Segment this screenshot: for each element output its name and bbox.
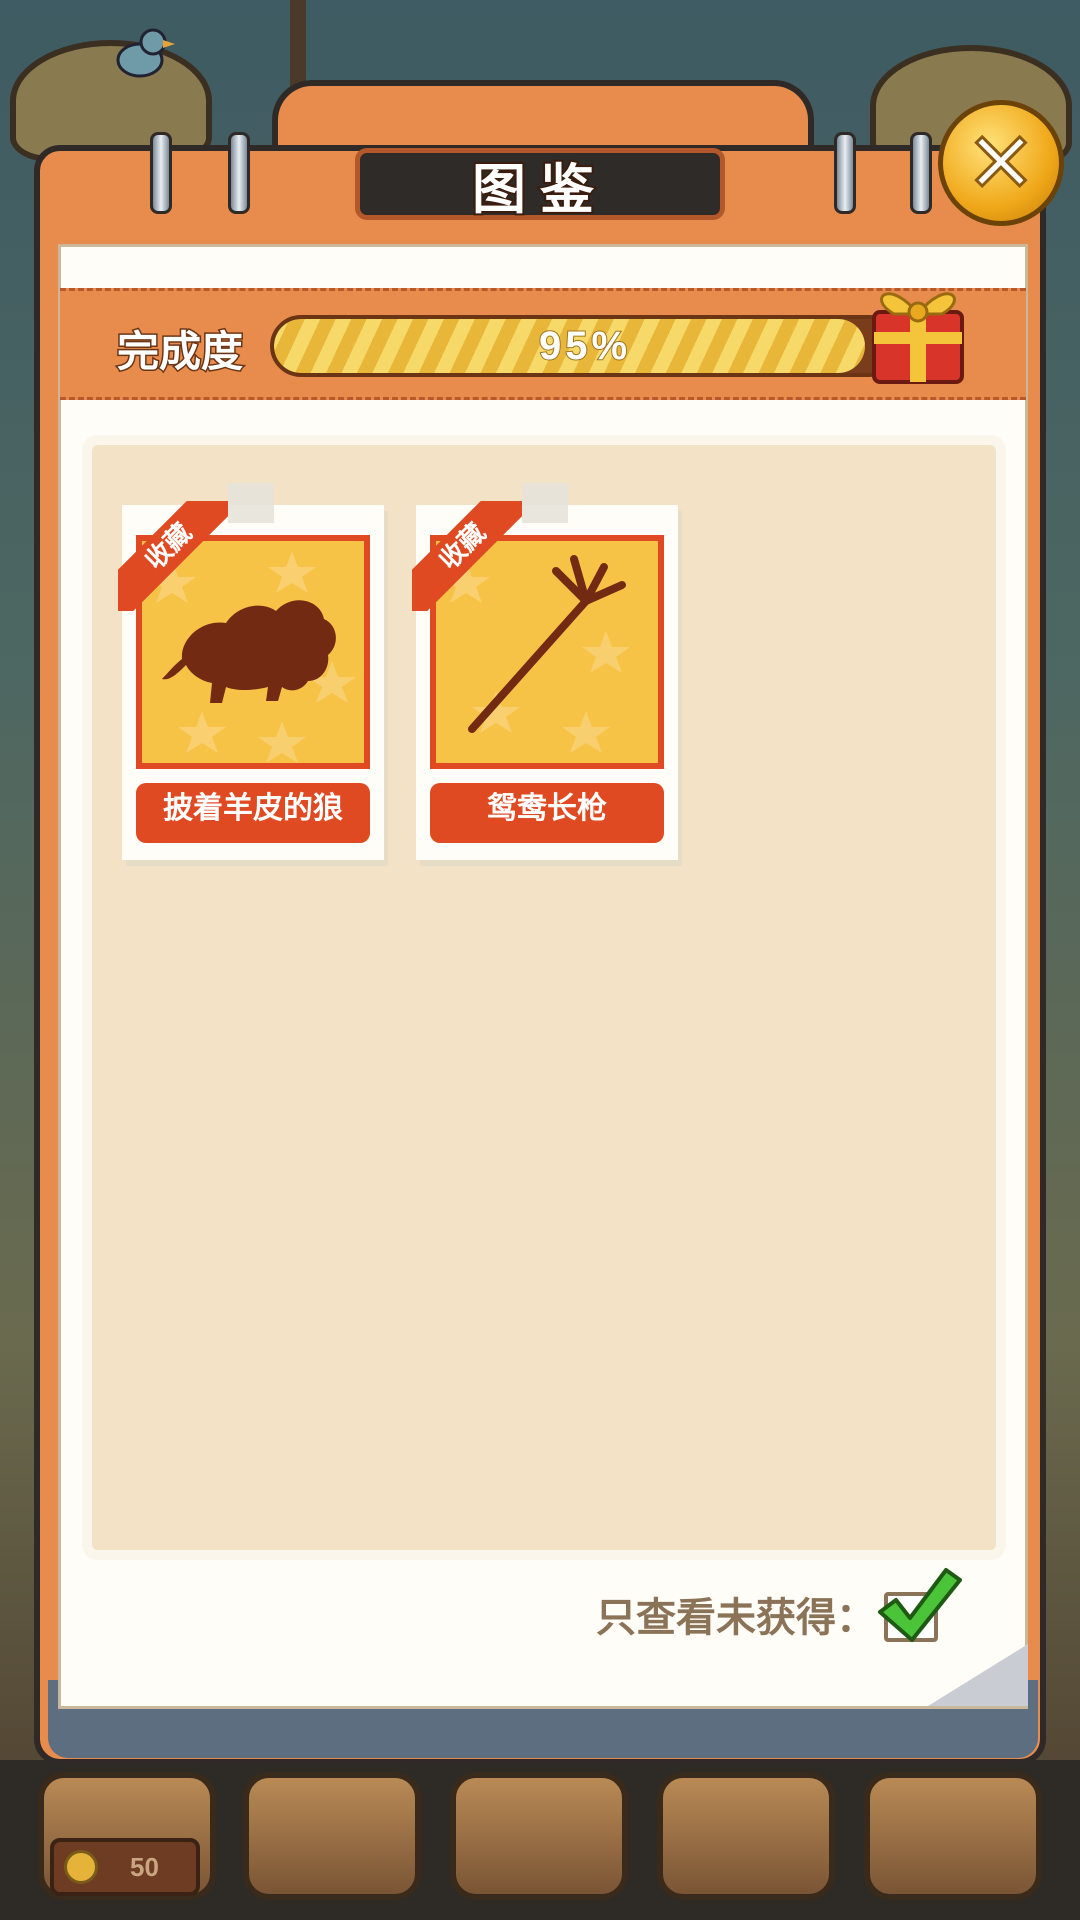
title-bar: 图鉴 <box>355 148 725 223</box>
bottom-slot-4[interactable] <box>657 1772 835 1900</box>
collected-badge: 收藏 <box>118 501 228 611</box>
gift-icon[interactable] <box>860 268 976 386</box>
binder-ring <box>150 132 172 214</box>
bottom-slot-5[interactable] <box>864 1772 1042 1900</box>
progress-value: 95% <box>538 323 632 369</box>
page-curl <box>928 1644 1028 1706</box>
binder-ring <box>228 132 250 214</box>
tape <box>522 483 568 523</box>
card-name: 鸳鸯长枪 <box>430 783 664 843</box>
collected-badge: 收藏 <box>412 501 522 611</box>
tape <box>228 483 274 523</box>
checkmark-icon <box>878 1568 962 1642</box>
close-icon: ✕ <box>964 114 1037 212</box>
binder-ring <box>834 132 856 214</box>
progress-label: 完成度 <box>115 326 244 378</box>
binder-ring <box>910 132 932 214</box>
collected-ribbon: 收藏 <box>412 501 522 611</box>
bottom-slot-3[interactable] <box>450 1772 628 1900</box>
close-button[interactable]: ✕ <box>938 100 1064 226</box>
collection-card[interactable]: 收藏 披着羊皮的狼 <box>118 483 384 860</box>
filter-label: 只查看未获得： <box>596 1595 876 1641</box>
collection-card[interactable]: 收藏 鸳鸯长枪 <box>412 483 678 860</box>
coin-count: 50 <box>130 1851 159 1882</box>
collected-ribbon: 收藏 <box>118 501 228 611</box>
background-bird-icon <box>116 28 175 78</box>
card-name: 披着羊皮的狼 <box>136 783 370 843</box>
coin-counter: 50 <box>50 1838 200 1896</box>
bottom-slot-2[interactable] <box>243 1772 421 1900</box>
coin-icon <box>64 1850 98 1884</box>
page-title: 图鉴 <box>470 156 608 223</box>
